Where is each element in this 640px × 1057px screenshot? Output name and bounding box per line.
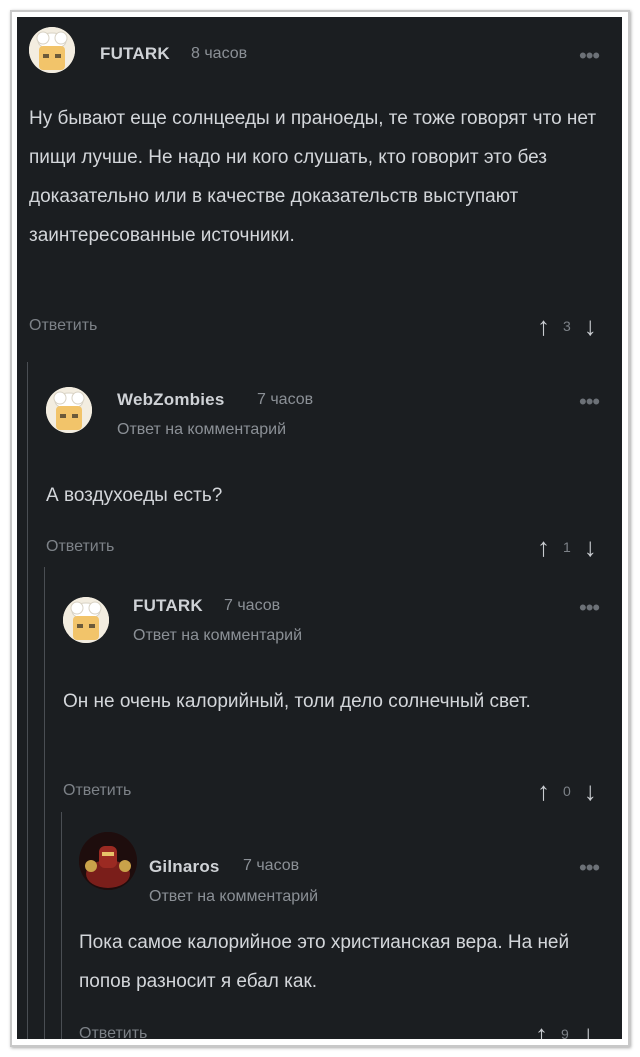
- comment: FUTARK 7 часов ••• Ответ на комментарий …: [63, 577, 622, 812]
- avatar[interactable]: [63, 597, 109, 643]
- rating-count: 3: [563, 318, 571, 334]
- more-options-icon[interactable]: •••: [579, 597, 600, 619]
- avatar[interactable]: [46, 387, 92, 433]
- chef-avatar-icon: [29, 27, 75, 73]
- rating-count: 9: [561, 1026, 569, 1039]
- comment: WebZombies 7 часов ••• Ответ на коммента…: [46, 372, 622, 567]
- upvote-arrow-icon[interactable]: ↑: [537, 778, 550, 804]
- more-options-icon[interactable]: •••: [579, 45, 600, 67]
- upvote-arrow-icon[interactable]: ↑: [535, 1021, 548, 1039]
- comment-time: 7 часов: [257, 391, 314, 408]
- reply-to-label[interactable]: Ответ на комментарий: [133, 627, 302, 645]
- thread-line: [27, 362, 28, 1039]
- rating-count: 1: [563, 539, 571, 555]
- reply-button[interactable]: Ответить: [79, 1025, 147, 1039]
- vote-controls: ↑ 1 ↓: [537, 534, 597, 560]
- comment-text: А воздухоеды есть?: [46, 485, 223, 506]
- downvote-arrow-icon[interactable]: ↓: [584, 534, 597, 560]
- comment-time: 8 часов: [191, 45, 248, 62]
- vote-controls: ↑ 3 ↓: [537, 313, 597, 339]
- comment-time: 7 часов: [224, 597, 281, 614]
- rating-count: 0: [563, 783, 571, 799]
- comment-time: 7 часов: [243, 857, 300, 874]
- avatar[interactable]: [79, 832, 137, 890]
- reply-button[interactable]: Ответить: [29, 317, 97, 335]
- author-name[interactable]: WebZombies: [117, 390, 224, 410]
- downvote-arrow-icon[interactable]: ↓: [582, 1021, 595, 1039]
- vote-controls: ↑ 9 ↓: [535, 1021, 595, 1039]
- avatar[interactable]: [29, 27, 75, 73]
- upvote-arrow-icon[interactable]: ↑: [537, 534, 550, 560]
- chef-avatar-icon: [46, 387, 92, 433]
- comment: Gilnaros 7 часов ••• Ответ на комментари…: [79, 822, 622, 1039]
- comment: FUTARK 8 часов ••• Ну бывают еще солнцее…: [17, 17, 622, 362]
- downvote-arrow-icon[interactable]: ↓: [584, 313, 597, 339]
- thread-line: [61, 812, 62, 1039]
- more-options-icon[interactable]: •••: [579, 391, 600, 413]
- author-name[interactable]: FUTARK: [100, 44, 170, 64]
- author-name[interactable]: Gilnaros: [149, 857, 220, 877]
- reply-to-label[interactable]: Ответ на комментарий: [117, 421, 286, 439]
- vote-controls: ↑ 0 ↓: [537, 778, 597, 804]
- comment-text: Ну бывают еще солнцееды и праноеды, те т…: [29, 108, 597, 246]
- chef-avatar-icon: [63, 597, 109, 643]
- comment-text: Он не очень калорийный, толи дело солнеч…: [63, 691, 531, 712]
- upvote-arrow-icon[interactable]: ↑: [537, 313, 550, 339]
- thread-line: [44, 567, 45, 1039]
- reply-to-label[interactable]: Ответ на комментарий: [149, 888, 318, 906]
- comment-text: Пока самое калорийное это христианская в…: [79, 932, 570, 992]
- comments-screen: FUTARK 8 часов ••• Ну бывают еще солнцее…: [17, 17, 622, 1039]
- reply-button[interactable]: Ответить: [63, 782, 131, 800]
- more-options-icon[interactable]: •••: [579, 857, 600, 879]
- warrior-avatar-icon: [79, 832, 137, 890]
- downvote-arrow-icon[interactable]: ↓: [584, 778, 597, 804]
- author-name[interactable]: FUTARK: [133, 596, 203, 616]
- reply-button[interactable]: Ответить: [46, 538, 114, 556]
